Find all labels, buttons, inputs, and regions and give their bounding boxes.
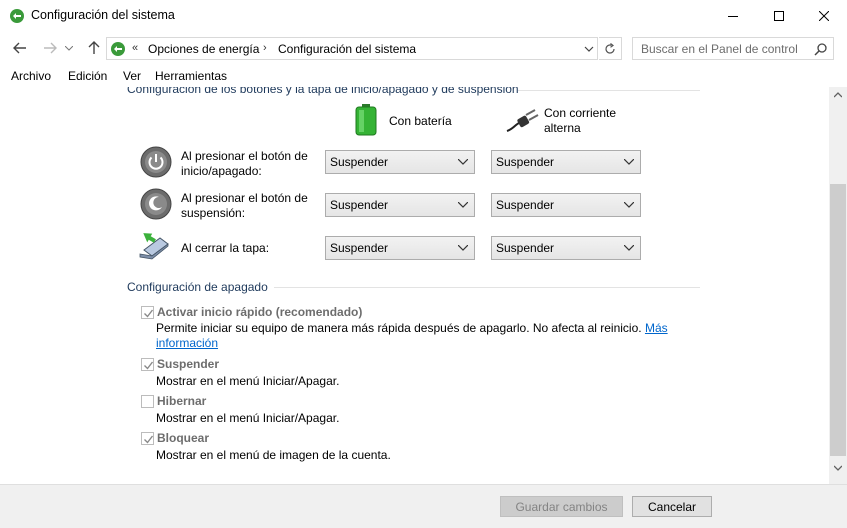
back-button[interactable] [9, 37, 31, 59]
chevron-down-icon [624, 245, 634, 251]
chevron-down-icon [624, 202, 634, 208]
select-value: Suspender [496, 241, 555, 255]
footer-bar: Guardar cambios Cancelar [0, 484, 847, 528]
close-icon [819, 10, 829, 21]
shutdown-section-title: Configuración de apagado [127, 280, 268, 294]
hibernate-option-label: Hibernar [157, 394, 207, 408]
scroll-down-icon[interactable] [834, 465, 842, 471]
menu-edicion[interactable]: Edición [68, 69, 107, 83]
breadcrumb-separator[interactable]: › [263, 42, 267, 54]
fast-startup-label: Activar inicio rápido (recomendado) [157, 305, 363, 319]
hibernate-checkbox[interactable] [141, 395, 154, 408]
up-arrow-icon [88, 41, 100, 54]
minimize-icon [728, 15, 738, 17]
column-ac-label: Con corriente alterna [544, 106, 617, 135]
cancel-button[interactable]: Cancelar [632, 496, 712, 517]
up-button[interactable] [83, 37, 105, 59]
breadcrumb-overflow[interactable]: « [132, 42, 138, 54]
sleep-button-ac-select[interactable]: Suspender [491, 193, 641, 217]
chevron-down-icon [458, 159, 468, 165]
sleep-option-label: Suspender [157, 357, 220, 371]
section-divider [518, 90, 700, 91]
power-plug-icon [506, 109, 539, 132]
breadcrumb-power-options[interactable]: Opciones de energía [148, 42, 259, 56]
sleep-option-description: Mostrar en el menú Iniciar/Apagar. [156, 374, 340, 388]
recent-locations-button[interactable] [62, 37, 76, 59]
power-button-battery-select[interactable]: Suspender [325, 150, 475, 174]
select-value: Suspender [496, 155, 555, 169]
select-value: Suspender [330, 155, 389, 169]
fast-startup-checkbox[interactable] [141, 306, 154, 319]
fast-startup-desc-text: Permite iniciar su equipo de manera más … [156, 321, 642, 335]
checkmark-icon [144, 435, 154, 444]
lid-close-battery-select[interactable]: Suspender [325, 236, 475, 260]
select-value: Suspender [330, 241, 389, 255]
section-divider [274, 287, 700, 288]
search-input[interactable] [641, 41, 811, 57]
checkmark-icon [144, 309, 154, 318]
fast-startup-description: Permite iniciar su equipo de manera más … [156, 321, 676, 351]
sleep-button-icon [140, 188, 172, 220]
select-value: Suspender [330, 198, 389, 212]
lock-checkbox[interactable] [141, 432, 154, 445]
menu-herramientas[interactable]: Herramientas [155, 69, 227, 83]
laptop-lid-icon [139, 233, 169, 260]
menu-bar: Archivo Edición Ver Herramientas [0, 67, 847, 87]
chevron-down-icon [624, 159, 634, 165]
sleep-button-label: Al presionar el botón de suspensión: [181, 191, 308, 220]
control-panel-icon [111, 42, 125, 56]
search-icon[interactable] [814, 42, 828, 56]
refresh-button[interactable] [599, 37, 622, 60]
breadcrumb-system-settings[interactable]: Configuración del sistema [278, 42, 416, 56]
minimize-button[interactable] [710, 0, 756, 31]
search-box[interactable] [632, 37, 834, 60]
battery-icon [355, 104, 377, 136]
close-button[interactable] [801, 0, 847, 31]
address-bar[interactable]: « Opciones de energía › Configuración de… [106, 37, 598, 60]
hibernate-option-description: Mostrar en el menú Iniciar/Apagar. [156, 411, 340, 425]
chevron-down-icon [65, 45, 73, 51]
power-button-ac-select[interactable]: Suspender [491, 150, 641, 174]
sleep-checkbox[interactable] [141, 358, 154, 371]
chevron-down-icon [458, 245, 468, 251]
title-bar: Configuración del sistema [0, 0, 847, 31]
content-area: Configuración de los botones y la tapa d… [0, 87, 829, 484]
power-options-icon [10, 9, 24, 23]
power-button-label: Al presionar el botón de inicio/apagado: [181, 149, 308, 178]
column-battery-label: Con batería [389, 114, 452, 128]
forward-arrow-icon [44, 42, 57, 54]
menu-archivo[interactable]: Archivo [11, 69, 51, 83]
maximize-button[interactable] [756, 0, 802, 31]
save-changes-button[interactable]: Guardar cambios [500, 496, 623, 517]
window-title: Configuración del sistema [31, 8, 175, 22]
lock-option-description: Mostrar en el menú de imagen de la cuent… [156, 448, 391, 462]
select-value: Suspender [496, 198, 555, 212]
forward-button[interactable] [39, 37, 61, 59]
power-button-icon [140, 146, 172, 178]
lid-close-ac-select[interactable]: Suspender [491, 236, 641, 260]
back-arrow-icon [13, 42, 26, 54]
lid-close-label: Al cerrar la tapa: [181, 241, 270, 255]
sleep-button-battery-select[interactable]: Suspender [325, 193, 475, 217]
refresh-icon [605, 42, 615, 54]
lock-option-label: Bloquear [157, 431, 210, 445]
maximize-icon [774, 10, 784, 21]
vertical-scrollbar[interactable] [829, 87, 847, 484]
buttons-section-title: Configuración de los botones y la tapa d… [127, 87, 519, 96]
menu-ver[interactable]: Ver [123, 69, 141, 83]
chevron-down-icon [458, 202, 468, 208]
scroll-up-icon[interactable] [834, 92, 842, 98]
checkmark-icon [144, 361, 154, 370]
address-dropdown-icon[interactable] [582, 42, 596, 56]
navigation-bar: « Opciones de energía › Configuración de… [0, 31, 847, 65]
scrollbar-thumb[interactable] [830, 184, 846, 456]
